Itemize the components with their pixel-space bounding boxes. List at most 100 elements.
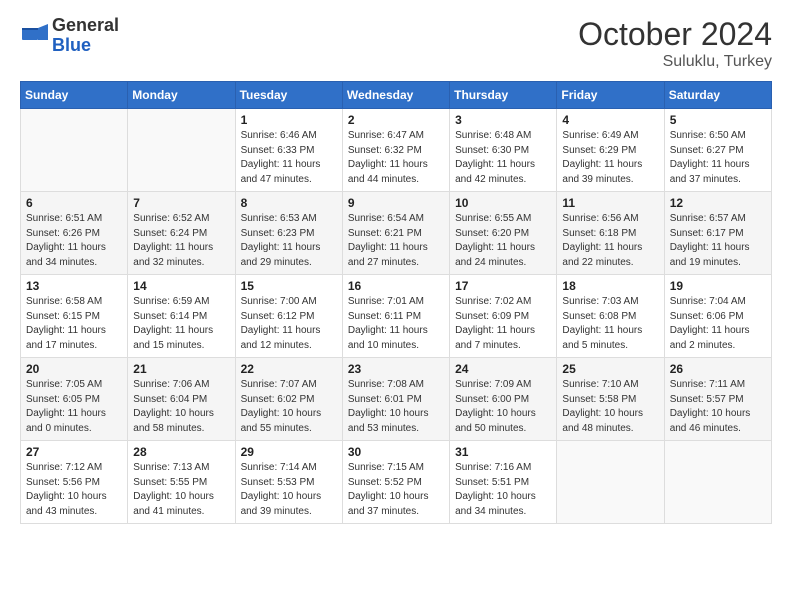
day-number: 7 — [133, 196, 229, 210]
day-number: 17 — [455, 279, 551, 293]
day-info: Sunrise: 7:00 AM Sunset: 6:12 PM Dayligh… — [241, 295, 337, 353]
title-block: October 2024 Suluklu, Turkey — [578, 16, 772, 71]
day-info: Sunrise: 7:01 AM Sunset: 6:11 PM Dayligh… — [348, 295, 444, 353]
weekday-header-friday: Friday — [557, 82, 664, 109]
day-number: 6 — [26, 196, 122, 210]
calendar-cell: 6 Sunrise: 6:51 AM Sunset: 6:26 PM Daylig… — [21, 192, 128, 275]
page: General Blue October 2024 Suluklu, Turke… — [0, 0, 792, 540]
day-info: Sunrise: 6:46 AM Sunset: 6:33 PM Dayligh… — [241, 129, 337, 187]
weekday-header-wednesday: Wednesday — [342, 82, 449, 109]
calendar-cell: 21 Sunrise: 7:06 AM Sunset: 6:04 PM Dayli… — [128, 358, 235, 441]
day-number: 24 — [455, 362, 551, 376]
calendar-cell: 5Sunrise: 6:50 AM Sunset: 6:27 PM Daylig… — [664, 109, 771, 192]
day-info: Sunrise: 7:06 AM Sunset: 6:04 PM Dayligh… — [133, 378, 229, 436]
weekday-header-sunday: Sunday — [21, 82, 128, 109]
weekday-header-monday: Monday — [128, 82, 235, 109]
day-number: 2 — [348, 113, 444, 127]
day-number: 16 — [348, 279, 444, 293]
day-number: 21 — [133, 362, 229, 376]
day-info: Sunrise: 6:53 AM Sunset: 6:23 PM Dayligh… — [241, 212, 337, 270]
day-number: 15 — [241, 279, 337, 293]
logo-blue: Blue — [52, 35, 91, 55]
day-info: Sunrise: 6:55 AM Sunset: 6:20 PM Dayligh… — [455, 212, 551, 270]
day-number: 29 — [241, 445, 337, 459]
day-info: Sunrise: 7:11 AM Sunset: 5:57 PM Dayligh… — [670, 378, 766, 436]
day-number: 27 — [26, 445, 122, 459]
calendar-cell: 25Sunrise: 7:10 AM Sunset: 5:58 PM Dayli… — [557, 358, 664, 441]
day-number: 31 — [455, 445, 551, 459]
calendar-cell: 9 Sunrise: 6:54 AM Sunset: 6:21 PM Daylig… — [342, 192, 449, 275]
calendar-cell: 3 Sunrise: 6:48 AM Sunset: 6:30 PM Daylig… — [450, 109, 557, 192]
calendar-cell: 27 Sunrise: 7:12 AM Sunset: 5:56 PM Dayli… — [21, 441, 128, 524]
day-info: Sunrise: 6:47 AM Sunset: 6:32 PM Dayligh… — [348, 129, 444, 187]
calendar-cell: 16 Sunrise: 7:01 AM Sunset: 6:11 PM Dayli… — [342, 275, 449, 358]
day-info: Sunrise: 6:48 AM Sunset: 6:30 PM Dayligh… — [455, 129, 551, 187]
logo-text: General Blue — [52, 16, 119, 56]
calendar-cell: 31 Sunrise: 7:16 AM Sunset: 5:51 PM Dayli… — [450, 441, 557, 524]
calendar-cell — [664, 441, 771, 524]
month-title: October 2024 — [578, 16, 772, 53]
week-row-2: 6 Sunrise: 6:51 AM Sunset: 6:26 PM Daylig… — [21, 192, 772, 275]
day-number: 19 — [670, 279, 766, 293]
calendar-cell: 4Sunrise: 6:49 AM Sunset: 6:29 PM Daylig… — [557, 109, 664, 192]
day-info: Sunrise: 7:09 AM Sunset: 6:00 PM Dayligh… — [455, 378, 551, 436]
day-info: Sunrise: 7:02 AM Sunset: 6:09 PM Dayligh… — [455, 295, 551, 353]
calendar-cell: 1 Sunrise: 6:46 AM Sunset: 6:33 PM Daylig… — [235, 109, 342, 192]
day-number: 30 — [348, 445, 444, 459]
calendar-cell: 14Sunrise: 6:59 AM Sunset: 6:14 PM Dayli… — [128, 275, 235, 358]
day-info: Sunrise: 7:07 AM Sunset: 6:02 PM Dayligh… — [241, 378, 337, 436]
calendar-cell — [128, 109, 235, 192]
day-info: Sunrise: 6:57 AM Sunset: 6:17 PM Dayligh… — [670, 212, 766, 270]
calendar-cell: 26Sunrise: 7:11 AM Sunset: 5:57 PM Dayli… — [664, 358, 771, 441]
day-number: 4 — [562, 113, 658, 127]
logo-general: General — [52, 15, 119, 35]
day-number: 12 — [670, 196, 766, 210]
day-info: Sunrise: 6:54 AM Sunset: 6:21 PM Dayligh… — [348, 212, 444, 270]
day-info: Sunrise: 7:04 AM Sunset: 6:06 PM Dayligh… — [670, 295, 766, 353]
day-number: 10 — [455, 196, 551, 210]
calendar-cell: 15 Sunrise: 7:00 AM Sunset: 6:12 PM Dayli… — [235, 275, 342, 358]
weekday-header-thursday: Thursday — [450, 82, 557, 109]
logo: General Blue — [20, 16, 119, 56]
calendar-cell: 30 Sunrise: 7:15 AM Sunset: 5:52 PM Dayli… — [342, 441, 449, 524]
weekday-header-row: SundayMondayTuesdayWednesdayThursdayFrid… — [21, 82, 772, 109]
calendar: SundayMondayTuesdayWednesdayThursdayFrid… — [20, 81, 772, 524]
calendar-cell: 23 Sunrise: 7:08 AM Sunset: 6:01 PM Dayli… — [342, 358, 449, 441]
day-number: 3 — [455, 113, 551, 127]
day-info: Sunrise: 6:52 AM Sunset: 6:24 PM Dayligh… — [133, 212, 229, 270]
weekday-header-saturday: Saturday — [664, 82, 771, 109]
day-number: 13 — [26, 279, 122, 293]
day-info: Sunrise: 7:15 AM Sunset: 5:52 PM Dayligh… — [348, 461, 444, 519]
calendar-cell: 8 Sunrise: 6:53 AM Sunset: 6:23 PM Daylig… — [235, 192, 342, 275]
day-info: Sunrise: 7:16 AM Sunset: 5:51 PM Dayligh… — [455, 461, 551, 519]
week-row-3: 13 Sunrise: 6:58 AM Sunset: 6:15 PM Dayli… — [21, 275, 772, 358]
day-number: 23 — [348, 362, 444, 376]
day-number: 18 — [562, 279, 658, 293]
calendar-cell: 29 Sunrise: 7:14 AM Sunset: 5:53 PM Dayli… — [235, 441, 342, 524]
calendar-cell: 24 Sunrise: 7:09 AM Sunset: 6:00 PM Dayli… — [450, 358, 557, 441]
calendar-cell — [21, 109, 128, 192]
header: General Blue October 2024 Suluklu, Turke… — [20, 16, 772, 71]
day-info: Sunrise: 7:12 AM Sunset: 5:56 PM Dayligh… — [26, 461, 122, 519]
day-info: Sunrise: 7:14 AM Sunset: 5:53 PM Dayligh… — [241, 461, 337, 519]
calendar-cell: 19 Sunrise: 7:04 AM Sunset: 6:06 PM Dayli… — [664, 275, 771, 358]
day-number: 8 — [241, 196, 337, 210]
calendar-cell: 11Sunrise: 6:56 AM Sunset: 6:18 PM Dayli… — [557, 192, 664, 275]
logo-icon — [20, 20, 48, 53]
day-info: Sunrise: 7:13 AM Sunset: 5:55 PM Dayligh… — [133, 461, 229, 519]
day-number: 14 — [133, 279, 229, 293]
calendar-cell: 22Sunrise: 7:07 AM Sunset: 6:02 PM Dayli… — [235, 358, 342, 441]
day-number: 1 — [241, 113, 337, 127]
location-title: Suluklu, Turkey — [578, 53, 772, 71]
day-number: 5 — [670, 113, 766, 127]
week-row-1: 1 Sunrise: 6:46 AM Sunset: 6:33 PM Daylig… — [21, 109, 772, 192]
day-info: Sunrise: 6:51 AM Sunset: 6:26 PM Dayligh… — [26, 212, 122, 270]
calendar-cell: 10 Sunrise: 6:55 AM Sunset: 6:20 PM Dayli… — [450, 192, 557, 275]
weekday-header-tuesday: Tuesday — [235, 82, 342, 109]
calendar-cell: 17 Sunrise: 7:02 AM Sunset: 6:09 PM Dayli… — [450, 275, 557, 358]
day-info: Sunrise: 7:08 AM Sunset: 6:01 PM Dayligh… — [348, 378, 444, 436]
calendar-cell — [557, 441, 664, 524]
day-number: 9 — [348, 196, 444, 210]
day-info: Sunrise: 6:58 AM Sunset: 6:15 PM Dayligh… — [26, 295, 122, 353]
week-row-5: 27 Sunrise: 7:12 AM Sunset: 5:56 PM Dayli… — [21, 441, 772, 524]
